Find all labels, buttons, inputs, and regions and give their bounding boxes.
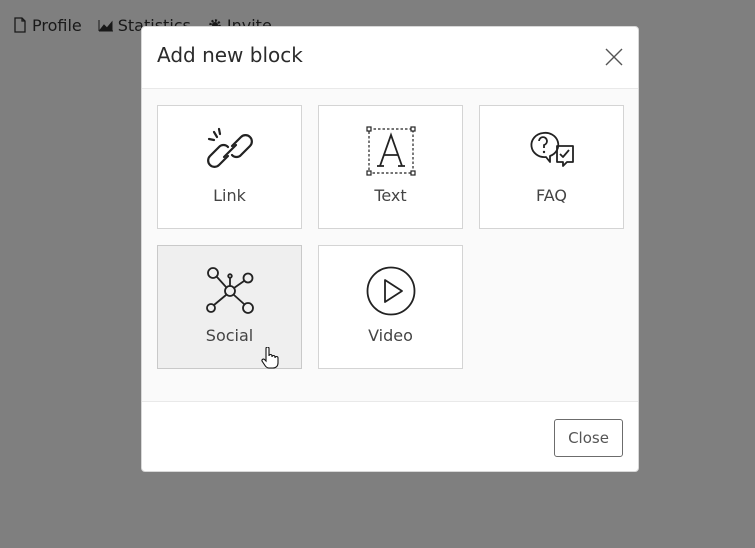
- block-faq[interactable]: FAQ: [479, 105, 624, 229]
- text-icon: [366, 126, 416, 176]
- link-icon: [207, 127, 253, 168]
- block-link[interactable]: Link: [157, 105, 302, 229]
- block-label: Text: [374, 186, 407, 205]
- block-social[interactable]: Social: [157, 245, 302, 369]
- modal-header: Add new block: [142, 27, 638, 89]
- modal-title: Add new block: [157, 43, 303, 67]
- close-icon[interactable]: [604, 47, 624, 67]
- add-block-dialog: Add new block Link Text FAQ Social Video…: [141, 26, 639, 472]
- block-label: FAQ: [536, 186, 567, 205]
- block-video[interactable]: Video: [318, 245, 463, 369]
- modal-footer: Close: [142, 402, 638, 471]
- block-label: Social: [205, 326, 254, 345]
- block-text[interactable]: Text: [318, 105, 463, 229]
- video-icon: [366, 266, 416, 316]
- block-grid: Link Text FAQ Social Video: [142, 89, 638, 402]
- block-label: Link: [213, 186, 246, 205]
- block-label: Video: [368, 326, 413, 345]
- social-icon: [206, 267, 254, 314]
- faq-icon: [530, 131, 574, 167]
- close-button[interactable]: Close: [554, 419, 623, 457]
- hand-pointer-icon: [261, 347, 279, 369]
